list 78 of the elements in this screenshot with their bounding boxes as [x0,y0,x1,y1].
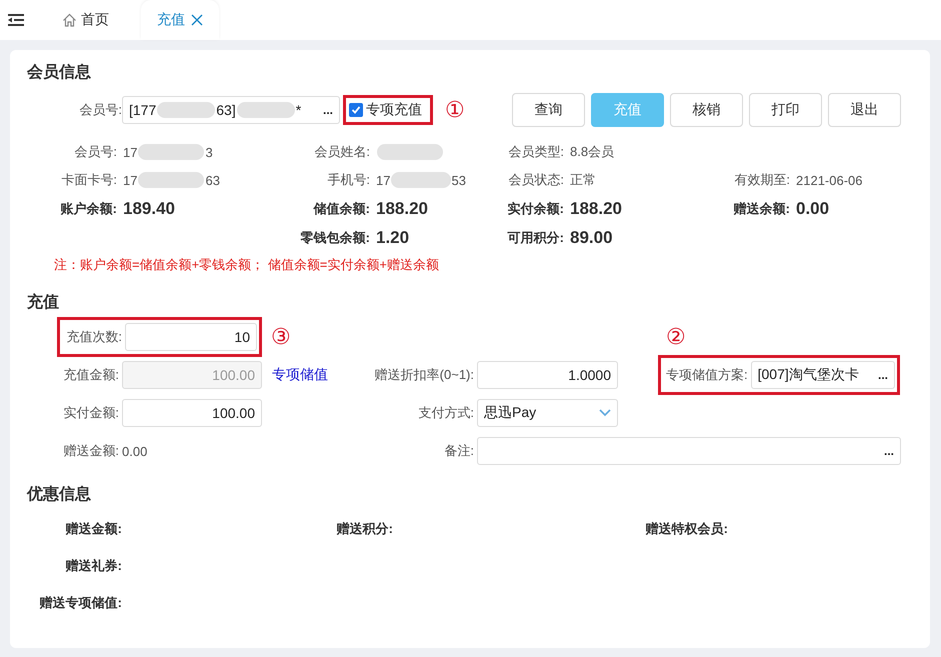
info-value: 正常 [570,171,596,189]
info-value: 8.8会员 [570,143,614,161]
value-text: [177 [129,102,156,118]
field-label: 支付方式: [417,404,475,422]
field-label: 会员号: [78,101,122,119]
link[interactable]: 专项储值 [272,366,328,384]
info-label: 会员姓名: [314,144,370,159]
info-label: 赠送礼券: [66,558,122,573]
redaction-blur [138,172,204,188]
amount-value: 188.20 [570,198,622,218]
amount-value: 0.00 [796,198,830,218]
info-label: 有效期至: [734,172,790,187]
action-button[interactable]: 退出 [828,93,901,127]
field-label: 专项储值方案: [665,366,749,384]
checkbox[interactable] [349,103,363,117]
info-label: 赠送金额: [66,521,122,536]
input-field[interactable]: 10 [125,323,257,351]
action-button[interactable]: 查询 [512,93,585,127]
field-label: 实付金额: [62,404,120,422]
redaction-blur [236,102,295,118]
annotation-number: ① [445,98,465,122]
info-value: 2121-06-06 [796,172,862,188]
field-label: 备注: [443,442,475,460]
value-text: 17 [123,144,138,160]
field-label: 充值次数: [65,328,123,346]
section-title: 优惠信息 [27,484,92,505]
amount-value: 89.00 [570,228,613,248]
input-field[interactable]: 1.0000 [477,361,618,389]
checkbox-label: 专项充值 [366,101,422,119]
menu-icon[interactable] [8,13,24,27]
action-button[interactable]: 核销 [670,93,743,127]
home-icon [62,13,77,27]
info-label: 赠送余额: [734,201,790,216]
amount-value: 189.40 [123,198,175,218]
input-field[interactable]: 100.00 [122,399,262,427]
tab[interactable]: 充值 [141,0,219,40]
chevron-down-icon [599,409,611,417]
value-text: 63] [216,102,236,118]
info-label: 赠送特权会员: [646,521,728,536]
input-field[interactable]: ... [477,437,901,465]
value-text: 63 [205,172,220,188]
info-label: 会员号: [74,144,117,159]
note-text: 注：账户余额=储值余额+零钱余额； 储值余额=实付余额+赠送余额 [54,256,440,274]
annotation-number: ② [666,325,686,349]
input-field[interactable]: [007]淘气堡次卡 ... [750,361,895,389]
select-field[interactable]: 思迅Pay [477,399,618,427]
info-label: 可用积分: [508,230,564,245]
amount-value: 188.20 [376,198,428,218]
field-label: 充值金额: [62,366,120,384]
info-label: 会员类型: [508,144,564,159]
info-label: 赠送积分: [336,521,393,536]
value-text: 17 [123,172,138,188]
member-field[interactable]: [177 63] * ... [122,96,340,124]
close-icon[interactable] [191,14,203,26]
section-title: 会员信息 [27,62,92,83]
value-text: * [296,102,302,118]
redaction-blur [138,144,204,160]
info-label: 账户余额: [60,201,117,216]
info-label: 赠送专项储值: [40,595,122,610]
value-text: 0.00 [122,444,148,458]
section-title: 充值 [27,292,60,313]
info-label: 储值余额: [314,201,370,216]
info-label: 零钱包余额: [300,230,370,245]
annotation-number: ③ [271,325,291,349]
value-text: 17 [376,172,390,188]
info-label: 会员状态: [508,172,564,187]
value-text: 53 [452,172,466,188]
tab[interactable]: 首页 [46,0,125,40]
action-button[interactable]: 打印 [749,93,822,127]
amount-value: 1.20 [376,228,410,248]
field-label: 赠送折扣率(0~1): [374,366,475,384]
redaction-blur [391,172,451,188]
value-text: 3 [205,144,213,160]
info-label: 手机号: [327,172,370,187]
info-label: 卡面卡号: [61,172,117,187]
redaction-blur [157,102,216,118]
info-label: 实付余额: [508,201,564,216]
field-label: 赠送金额: [62,442,120,460]
